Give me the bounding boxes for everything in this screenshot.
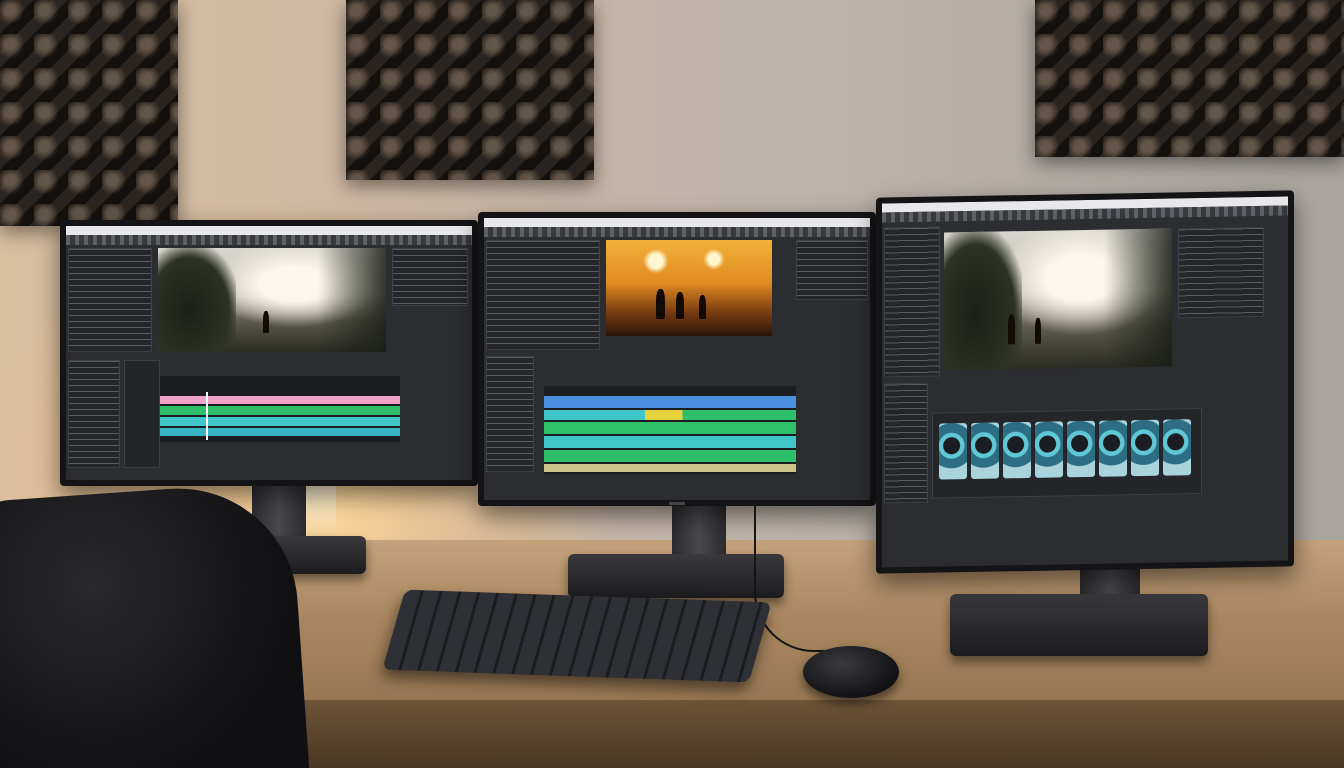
monitor-logo xyxy=(669,502,685,505)
center-monitor xyxy=(478,212,876,506)
project-panel xyxy=(68,248,152,352)
figure-silhouette xyxy=(1007,314,1015,345)
clip-thumbnail xyxy=(1131,419,1159,477)
menu-bar xyxy=(66,226,472,235)
media-browser-panel xyxy=(68,360,120,468)
timeline-track xyxy=(544,422,796,434)
thumbnail-bin xyxy=(932,407,1202,499)
figure-silhouette xyxy=(675,291,684,319)
program-viewer xyxy=(606,240,772,336)
timeline-track xyxy=(544,436,796,448)
monitor-stand-base xyxy=(568,554,784,598)
program-viewer xyxy=(158,248,386,352)
office-chair xyxy=(0,480,311,768)
timeline-track xyxy=(544,410,796,420)
toolbar xyxy=(66,235,472,245)
effects-panel xyxy=(796,240,868,300)
monitor-stand-base xyxy=(950,594,1208,656)
timeline-track xyxy=(160,396,400,404)
effects-panel xyxy=(1178,226,1264,319)
clip-thumbnail xyxy=(1003,421,1031,479)
left-monitor xyxy=(60,220,478,486)
track-headers xyxy=(124,360,160,468)
timeline-track xyxy=(544,396,796,408)
project-panel xyxy=(884,226,940,378)
keyboard-icon xyxy=(382,589,772,683)
timeline-track xyxy=(160,428,400,436)
media-browser-panel xyxy=(884,382,928,504)
clip-thumbnail xyxy=(1035,421,1063,478)
timeline-track xyxy=(160,406,400,415)
acoustic-foam-panel xyxy=(1035,0,1344,157)
program-viewer xyxy=(944,228,1172,371)
editor-screen xyxy=(484,218,870,500)
figure-silhouette xyxy=(655,288,665,319)
figure-silhouette xyxy=(1035,317,1042,345)
editor-screen xyxy=(66,226,472,480)
clip-thumbnail xyxy=(1067,420,1095,478)
mouse-cable xyxy=(754,502,874,652)
menu-bar xyxy=(484,218,870,227)
clip-thumbnail xyxy=(1099,420,1127,477)
figure-silhouette xyxy=(262,311,269,334)
acoustic-foam-panel xyxy=(346,0,594,180)
clip-thumbnail xyxy=(939,423,967,480)
timeline-track xyxy=(160,417,400,426)
acoustic-foam-panel xyxy=(0,0,178,226)
figure-silhouette xyxy=(698,294,706,319)
desk-edge xyxy=(270,700,1344,768)
timeline-track xyxy=(544,464,796,472)
mouse-icon xyxy=(803,646,899,698)
timeline xyxy=(160,376,400,442)
playhead xyxy=(206,392,208,440)
toolbar xyxy=(484,227,870,237)
project-panel xyxy=(486,240,600,350)
editor-screen xyxy=(882,196,1288,568)
right-monitor xyxy=(876,190,1294,574)
timeline xyxy=(544,386,796,474)
clip-thumbnail xyxy=(971,422,999,479)
editing-desk-scene xyxy=(0,0,1344,768)
timeline-track xyxy=(544,450,796,462)
media-browser-panel xyxy=(486,356,534,472)
effects-panel xyxy=(392,248,468,306)
clip-thumbnail xyxy=(1163,419,1191,476)
